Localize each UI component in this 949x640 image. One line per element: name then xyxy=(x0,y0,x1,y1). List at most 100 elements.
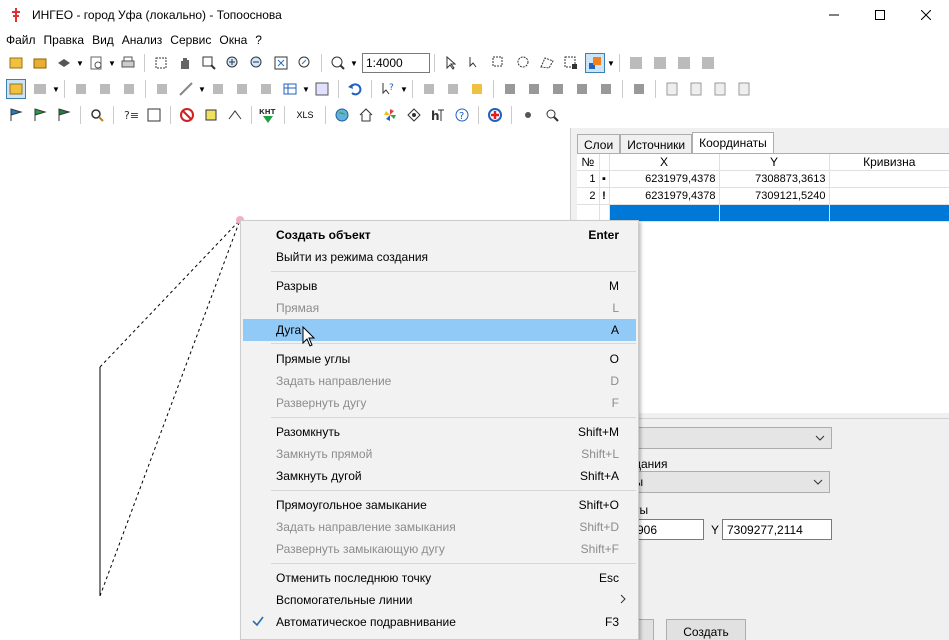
menu-item-right-angles[interactable]: Прямые углы O xyxy=(243,348,636,370)
cell-x[interactable]: 6231979,4378 xyxy=(609,187,720,205)
layer-style-icon[interactable] xyxy=(585,53,605,73)
object-type-select[interactable] xyxy=(622,427,832,449)
pan-hand-icon[interactable] xyxy=(175,53,195,73)
chevron-down-icon[interactable]: ▼ xyxy=(302,79,310,99)
shape-icon[interactable] xyxy=(500,79,520,99)
cell-curvature[interactable] xyxy=(829,187,949,205)
preview-icon[interactable] xyxy=(86,53,106,73)
flag-icon[interactable] xyxy=(54,105,74,125)
copy-icon[interactable] xyxy=(95,79,115,99)
zoom-out-icon[interactable] xyxy=(247,53,267,73)
home-icon[interactable] xyxy=(356,105,376,125)
cell-y[interactable]: 7309121,5240 xyxy=(719,187,830,205)
table-row-new[interactable] xyxy=(577,204,949,222)
close-button[interactable] xyxy=(903,0,949,30)
help-icon[interactable]: ? xyxy=(452,105,472,125)
menu-item-open-shape[interactable]: Разомкнуть Shift+M xyxy=(243,421,636,443)
shape-icon[interactable] xyxy=(548,79,568,99)
tab-layers[interactable]: Слои xyxy=(577,134,621,154)
menu-service[interactable]: Сервис xyxy=(166,33,215,47)
cell-y[interactable]: 7308873,3613 xyxy=(719,170,830,188)
pinwheel-icon[interactable] xyxy=(380,105,400,125)
chevron-down-icon[interactable]: ▼ xyxy=(108,53,116,73)
undo-icon[interactable] xyxy=(345,79,365,99)
menu-view[interactable]: Вид xyxy=(88,33,118,47)
join-icon[interactable] xyxy=(208,79,228,99)
menu-item-helper-lines[interactable]: Вспомогательные линии xyxy=(243,589,636,611)
menu-item-auto-align[interactable]: Автоматическое подравнивание F3 xyxy=(243,611,636,633)
maximize-button[interactable] xyxy=(857,0,903,30)
tab-sources[interactable]: Источники xyxy=(620,134,693,154)
navigate-icon[interactable] xyxy=(404,105,424,125)
doc-icon[interactable] xyxy=(662,79,682,99)
tab-coordinates[interactable]: Координаты xyxy=(692,132,774,154)
create-button[interactable]: Создать xyxy=(666,619,746,640)
zoom-prev-icon[interactable] xyxy=(295,53,315,73)
zoom-area-icon[interactable] xyxy=(199,53,219,73)
line-tool-icon[interactable] xyxy=(176,79,196,99)
cell-curvature[interactable] xyxy=(829,204,949,222)
grid-tool-icon[interactable] xyxy=(650,53,670,73)
knt-icon[interactable]: КНТ xyxy=(258,105,278,125)
move-icon[interactable] xyxy=(71,79,91,99)
search-icon[interactable] xyxy=(87,105,107,125)
shape-icon[interactable] xyxy=(524,79,544,99)
folder-icon[interactable] xyxy=(30,53,50,73)
split-icon[interactable] xyxy=(232,79,252,99)
chevron-down-icon[interactable]: ▼ xyxy=(52,79,60,99)
chevron-down-icon[interactable]: ▼ xyxy=(76,53,84,73)
grid-tool-icon[interactable] xyxy=(626,53,646,73)
cell-x[interactable]: 6231979,4378 xyxy=(609,170,720,188)
chevron-down-icon[interactable]: ▼ xyxy=(607,53,615,73)
rotate-icon[interactable] xyxy=(256,79,276,99)
print-icon[interactable] xyxy=(118,53,138,73)
cut-icon[interactable] xyxy=(152,79,172,99)
help-query-icon[interactable]: ?≡ xyxy=(120,105,140,125)
lasso-select-icon[interactable] xyxy=(513,53,533,73)
delete-icon[interactable] xyxy=(119,79,139,99)
menu-windows[interactable]: Окна xyxy=(215,33,251,47)
grid-tool-icon[interactable] xyxy=(698,53,718,73)
edit-object-icon[interactable] xyxy=(30,79,50,99)
settings-icon[interactable] xyxy=(518,105,538,125)
menu-item-create-object[interactable]: Создать объект Enter xyxy=(243,224,636,246)
table-row[interactable]: 2 ! 6231979,4378 7309121,5240 xyxy=(577,187,949,205)
minimize-button[interactable] xyxy=(811,0,857,30)
node-icon[interactable] xyxy=(467,79,487,99)
menu-item-break[interactable]: Разрыв M xyxy=(243,275,636,297)
cell-y[interactable] xyxy=(719,204,830,222)
cell-curvature[interactable] xyxy=(829,170,949,188)
chevron-down-icon[interactable]: ▼ xyxy=(400,79,408,99)
scale-icon[interactable] xyxy=(328,53,348,73)
table-row[interactable]: 1 ▪ 6231979,4378 7308873,3613 xyxy=(577,170,949,188)
zoom-in-icon[interactable] xyxy=(223,53,243,73)
node-select-icon[interactable] xyxy=(561,53,581,73)
frame-icon[interactable] xyxy=(629,79,649,99)
report-icon[interactable] xyxy=(144,105,164,125)
node-icon[interactable] xyxy=(443,79,463,99)
menu-item-exit-create-mode[interactable]: Выйти из режима создания xyxy=(243,246,636,268)
pointer-icon[interactable] xyxy=(441,53,461,73)
help-pointer-icon[interactable]: ? xyxy=(378,79,398,99)
zoom-extent-icon[interactable] xyxy=(271,53,291,73)
y-coordinate-input[interactable]: 7309277,2114 xyxy=(722,519,832,540)
menu-item-close-arc[interactable]: Замкнуть дугой Shift+A xyxy=(243,465,636,487)
hatch-icon[interactable] xyxy=(596,79,616,99)
xls-export-icon[interactable]: XLS xyxy=(291,105,319,125)
select-frame-icon[interactable] xyxy=(151,53,171,73)
rect-select-icon[interactable] xyxy=(489,53,509,73)
doc-icon[interactable] xyxy=(734,79,754,99)
node-icon[interactable] xyxy=(419,79,439,99)
doc-icon[interactable] xyxy=(686,79,706,99)
doc-icon[interactable] xyxy=(710,79,730,99)
layers-icon[interactable] xyxy=(54,53,74,73)
menu-item-undo-last-point[interactable]: Отменить последнюю точку Esc xyxy=(243,567,636,589)
no-entry-icon[interactable] xyxy=(177,105,197,125)
open-icon[interactable] xyxy=(6,53,26,73)
menu-item-rect-closure[interactable]: Прямоугольное замыкание Shift+O xyxy=(243,494,636,516)
poly-select-icon[interactable] xyxy=(537,53,557,73)
chevron-down-icon[interactable]: ▼ xyxy=(350,53,358,73)
zoom-map-icon[interactable] xyxy=(542,105,562,125)
globe-icon[interactable] xyxy=(332,105,352,125)
plus-icon[interactable] xyxy=(485,105,505,125)
